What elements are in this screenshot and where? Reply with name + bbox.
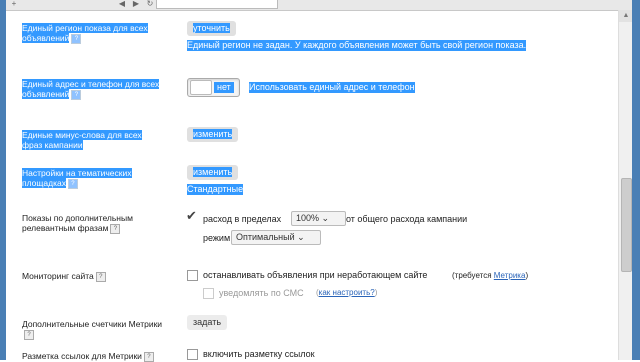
checkmark-icon[interactable]: ✔ xyxy=(186,209,197,222)
chevron-down-icon: ⌄ xyxy=(321,213,330,223)
help-icon[interactable]: ? xyxy=(24,329,34,340)
monitoring-label: Мониторинг сайта? xyxy=(22,271,172,282)
sms-checkbox[interactable] xyxy=(203,288,214,299)
sms-howto: (как настроить?) xyxy=(316,288,378,297)
monitoring-checkbox[interactable] xyxy=(187,270,198,281)
counters-set-button[interactable]: задать xyxy=(187,315,228,330)
monitoring-checkbox-label: останавливать объявления при неработающе… xyxy=(203,270,428,280)
sms-howto-link[interactable]: как настроить? xyxy=(319,288,375,297)
forward-icon[interactable]: ▶ xyxy=(130,0,142,8)
reload-icon[interactable]: ↻ xyxy=(144,0,156,8)
metrika-requirement: (требуется Метрика) xyxy=(452,271,529,280)
minus-words-edit-button[interactable]: изменить xyxy=(187,127,239,142)
help-icon[interactable]: ? xyxy=(71,89,82,100)
window-frame-right xyxy=(632,0,640,360)
help-icon[interactable]: ? xyxy=(110,223,121,234)
thematic-value: Стандартные xyxy=(187,184,244,195)
help-icon[interactable]: ? xyxy=(71,33,82,44)
address-toggle-label: Использовать единый адрес и телефон xyxy=(249,82,415,93)
vertical-scrollbar[interactable]: ▲ xyxy=(618,10,633,360)
minus-words-label: Единые минус-слова для всех фраз кампани… xyxy=(22,130,142,150)
help-icon[interactable]: ? xyxy=(95,271,106,282)
utm-label: Разметка ссылок для Метрики? xyxy=(22,351,172,362)
region-note: Единый регион не задан. У каждого объявл… xyxy=(187,40,527,51)
thematic-label: Настройки на тематических площадках? xyxy=(22,168,132,189)
scrollbar-thumb[interactable] xyxy=(621,178,632,272)
mode-label: режим xyxy=(203,233,231,243)
help-icon[interactable]: ? xyxy=(143,351,154,362)
back-icon[interactable]: ◀ xyxy=(116,0,128,8)
spend-suffix: от общего расхода кампании xyxy=(346,214,468,224)
address-label: Единый адрес и телефон для всех объявлен… xyxy=(22,79,160,100)
chevron-down-icon: ⌄ xyxy=(297,232,305,242)
sms-label: уведомлять по СМС xyxy=(219,288,304,298)
browser-toolbar: + ◀ ▶ ↻ xyxy=(6,0,636,11)
new-tab-icon[interactable]: + xyxy=(8,0,20,8)
spend-prefix: расход в пределах xyxy=(203,214,282,224)
utm-checkbox-label: включить разметку ссылок xyxy=(203,349,315,359)
address-toggle[interactable]: нет xyxy=(187,78,240,97)
metrika-link[interactable]: Метрика xyxy=(494,271,526,280)
toggle-state: нет xyxy=(214,82,234,93)
help-icon[interactable]: ? xyxy=(67,178,78,189)
region-refine-button[interactable]: уточнить xyxy=(187,21,236,36)
region-label: Единый регион показа для всех объявлений… xyxy=(22,23,148,44)
toggle-knob[interactable] xyxy=(190,80,212,95)
address-bar[interactable] xyxy=(156,0,278,9)
thematic-edit-button[interactable]: изменить xyxy=(187,165,239,180)
spend-select[interactable]: 100% ⌄ xyxy=(291,211,346,226)
scroll-up-icon[interactable]: ▲ xyxy=(619,10,633,22)
mode-select[interactable]: Оптимальный ⌄ xyxy=(231,230,321,245)
window-frame-left xyxy=(0,0,6,360)
extra-phrases-label: Показы по дополнительным релевантным фра… xyxy=(22,213,133,234)
counters-label: Дополнительные счетчики Метрики? xyxy=(22,319,163,340)
utm-checkbox[interactable] xyxy=(187,349,198,360)
